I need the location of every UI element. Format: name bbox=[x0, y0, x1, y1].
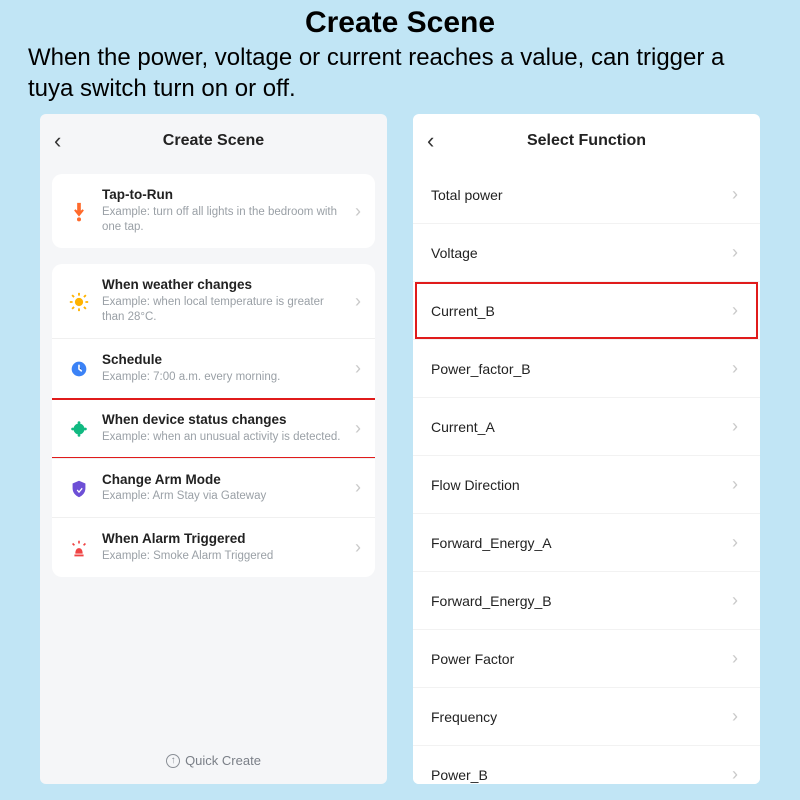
quick-create-button[interactable]: ↑ Quick Create bbox=[40, 739, 387, 784]
row-title: Schedule bbox=[102, 352, 347, 369]
tap-to-run-card: Tap-to-Run Example: turn off all lights … bbox=[52, 174, 375, 248]
row-desc: Example: when an unusual activity is det… bbox=[102, 430, 347, 445]
schedule-row[interactable]: Schedule Example: 7:00 a.m. every mornin… bbox=[52, 338, 375, 398]
row-desc: Example: turn off all lights in the bedr… bbox=[102, 205, 347, 235]
weather-row[interactable]: When weather changes Example: when local… bbox=[52, 264, 375, 338]
function-label: Current_A bbox=[431, 419, 728, 435]
arrow-up-icon: ↑ bbox=[166, 754, 180, 768]
function-row[interactable]: Forward_Energy_A› bbox=[413, 514, 760, 572]
function-label: Voltage bbox=[431, 245, 728, 261]
chevron-right-icon: › bbox=[351, 201, 365, 222]
function-label: Power_B bbox=[431, 767, 728, 783]
function-row[interactable]: Power_B› bbox=[413, 746, 760, 784]
function-row[interactable]: Flow Direction› bbox=[413, 456, 760, 514]
function-row[interactable]: Current_A› bbox=[413, 398, 760, 456]
chevron-right-icon: › bbox=[728, 648, 742, 669]
header-title: Create Scene bbox=[54, 132, 373, 150]
function-label: Power Factor bbox=[431, 651, 728, 667]
row-title: Change Arm Mode bbox=[102, 472, 347, 489]
chevron-right-icon: › bbox=[351, 537, 365, 558]
function-label: Total power bbox=[431, 187, 728, 203]
chevron-right-icon: › bbox=[728, 242, 742, 263]
device-icon bbox=[64, 416, 94, 440]
shield-icon bbox=[64, 476, 94, 500]
chevron-right-icon: › bbox=[728, 184, 742, 205]
tap-icon bbox=[64, 199, 94, 223]
function-row[interactable]: Total power› bbox=[413, 166, 760, 224]
function-row[interactable]: Power Factor› bbox=[413, 630, 760, 688]
function-label: Forward_Energy_B bbox=[431, 593, 728, 609]
chevron-right-icon: › bbox=[728, 706, 742, 727]
chevron-right-icon: › bbox=[728, 590, 742, 611]
row-title: When device status changes bbox=[102, 412, 347, 429]
chevron-right-icon: › bbox=[351, 418, 365, 439]
chevron-right-icon: › bbox=[351, 477, 365, 498]
arm-mode-row[interactable]: Change Arm Mode Example: Arm Stay via Ga… bbox=[52, 458, 375, 518]
page-title: Create Scene bbox=[0, 0, 800, 40]
chevron-right-icon: › bbox=[728, 764, 742, 784]
function-row[interactable]: Forward_Energy_B› bbox=[413, 572, 760, 630]
chevron-right-icon: › bbox=[728, 358, 742, 379]
chevron-right-icon: › bbox=[351, 291, 365, 312]
row-desc: Example: 7:00 a.m. every morning. bbox=[102, 370, 347, 385]
alarm-row[interactable]: When Alarm Triggered Example: Smoke Alar… bbox=[52, 517, 375, 577]
quick-create-label: Quick Create bbox=[185, 753, 261, 768]
chevron-right-icon: › bbox=[728, 300, 742, 321]
page-subtitle: When the power, voltage or current reach… bbox=[0, 40, 800, 114]
function-list: Total power›Voltage›Current_B›Power_fact… bbox=[413, 166, 760, 784]
header: ‹ Create Scene bbox=[40, 114, 387, 166]
header-title: Select Function bbox=[427, 132, 746, 150]
chevron-right-icon: › bbox=[351, 358, 365, 379]
chevron-right-icon: › bbox=[728, 532, 742, 553]
select-function-screen: ‹ Select Function Total power›Voltage›Cu… bbox=[413, 114, 760, 784]
function-row[interactable]: Power_factor_B› bbox=[413, 340, 760, 398]
row-desc: Example: when local temperature is great… bbox=[102, 295, 347, 325]
row-title: Tap-to-Run bbox=[102, 187, 347, 204]
chevron-right-icon: › bbox=[728, 416, 742, 437]
tap-to-run-row[interactable]: Tap-to-Run Example: turn off all lights … bbox=[52, 174, 375, 248]
device-status-row[interactable]: When device status changes Example: when… bbox=[52, 398, 375, 458]
function-row[interactable]: Voltage› bbox=[413, 224, 760, 282]
sun-icon bbox=[64, 289, 94, 313]
row-title: When weather changes bbox=[102, 277, 347, 294]
chevron-right-icon: › bbox=[728, 474, 742, 495]
function-label: Power_factor_B bbox=[431, 361, 728, 377]
function-label: Current_B bbox=[431, 303, 728, 319]
clock-icon bbox=[64, 356, 94, 380]
function-row[interactable]: Frequency› bbox=[413, 688, 760, 746]
row-title: When Alarm Triggered bbox=[102, 531, 347, 548]
function-label: Flow Direction bbox=[431, 477, 728, 493]
row-desc: Example: Smoke Alarm Triggered bbox=[102, 549, 347, 564]
alarm-icon bbox=[64, 536, 94, 560]
conditions-card: When weather changes Example: when local… bbox=[52, 264, 375, 577]
function-row[interactable]: Current_B› bbox=[413, 282, 760, 340]
function-label: Frequency bbox=[431, 709, 728, 725]
function-label: Forward_Energy_A bbox=[431, 535, 728, 551]
create-scene-screen: ‹ Create Scene Tap-to-Run Example: turn … bbox=[40, 114, 387, 784]
row-desc: Example: Arm Stay via Gateway bbox=[102, 489, 347, 504]
header: ‹ Select Function bbox=[413, 114, 760, 166]
